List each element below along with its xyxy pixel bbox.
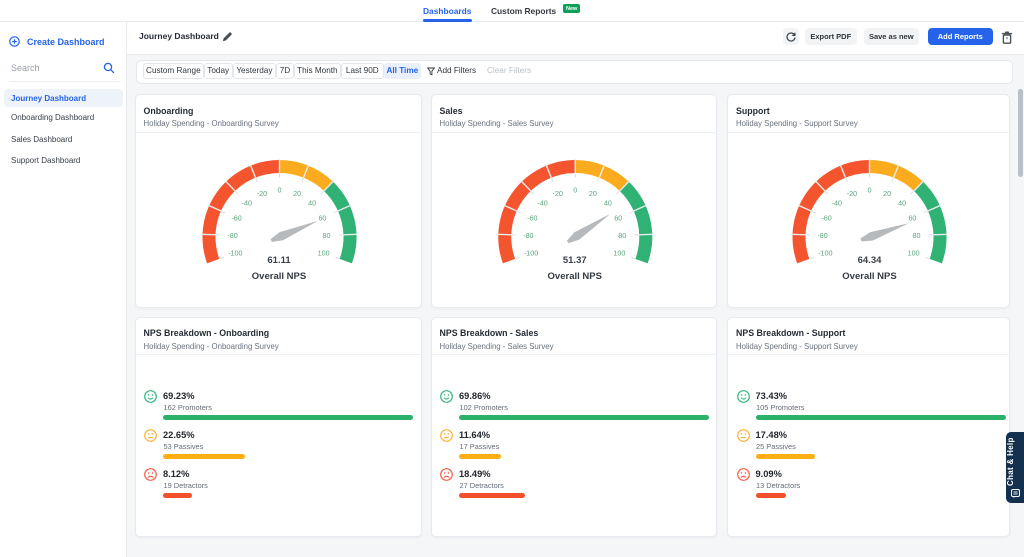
svg-text:-20: -20: [847, 189, 857, 198]
svg-text:60: 60: [908, 213, 916, 222]
svg-text:80: 80: [322, 231, 330, 240]
svg-text:-40: -40: [832, 199, 842, 208]
svg-text:80: 80: [618, 231, 626, 240]
svg-text:40: 40: [603, 199, 611, 208]
svg-text:40: 40: [308, 199, 316, 208]
svg-text:-40: -40: [241, 199, 251, 208]
svg-text:-20: -20: [552, 189, 562, 198]
svg-text:-60: -60: [527, 213, 537, 222]
svg-text:60: 60: [614, 213, 622, 222]
svg-text:40: 40: [898, 199, 906, 208]
svg-text:80: 80: [912, 231, 920, 240]
svg-text:20: 20: [293, 189, 301, 198]
svg-text:0: 0: [277, 185, 281, 194]
svg-text:20: 20: [588, 189, 596, 198]
svg-text:-60: -60: [821, 213, 831, 222]
svg-text:60: 60: [318, 213, 326, 222]
svg-text:-80: -80: [227, 231, 237, 240]
svg-text:-60: -60: [231, 213, 241, 222]
svg-text:-40: -40: [537, 199, 547, 208]
svg-text:-80: -80: [817, 231, 827, 240]
svg-text:0: 0: [573, 185, 577, 194]
svg-text:20: 20: [883, 189, 891, 198]
svg-text:-20: -20: [256, 189, 266, 198]
svg-text:-80: -80: [523, 231, 533, 240]
svg-text:0: 0: [868, 185, 872, 194]
